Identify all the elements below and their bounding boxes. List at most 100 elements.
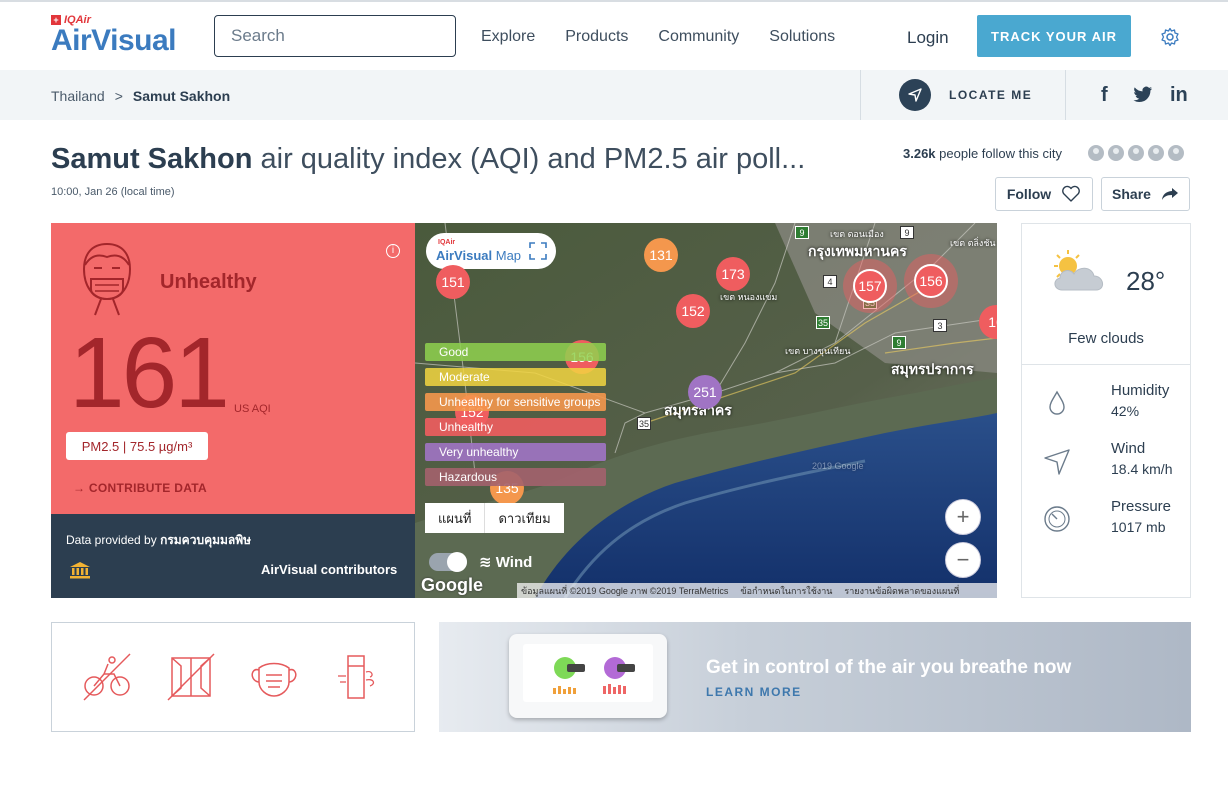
share-button[interactable]: Share — [1101, 177, 1190, 211]
share-arrow-icon — [1161, 188, 1178, 200]
pressure-label: Pressure — [1111, 498, 1172, 515]
airvisual-text: AirVisual — [51, 24, 177, 57]
weather-panel: 28° Few clouds Humidity 42% Wind 18.4 km… — [1021, 223, 1191, 598]
map-label-bangkok: กรุงเทพมหานคร — [808, 243, 907, 259]
zoom-in-button[interactable]: + — [945, 499, 981, 535]
map-type-switch: แผนที่ ดาวเทียม — [425, 503, 564, 533]
map-label-samut-prakan: สมุทรปราการ — [891, 361, 974, 377]
page-title: Samut Sakhon air quality index (AQI) and… — [51, 143, 805, 176]
wind-toggle[interactable] — [429, 552, 467, 572]
provider-line: Data provided by กรมควบคุมมลพิษ — [66, 531, 251, 550]
no-cycling-icon[interactable] — [80, 650, 134, 704]
terms-link[interactable]: ข้อกำหนดในการใช้งาน — [740, 584, 832, 598]
site-header: + IQAir AirVisual Explore Products Commu… — [0, 2, 1228, 70]
nav-explore[interactable]: Explore — [481, 28, 535, 46]
temperature: 28° — [1126, 266, 1166, 296]
track-your-air-button[interactable]: TRACK YOUR AIR — [977, 15, 1131, 57]
health-recommendations — [51, 622, 415, 732]
aqi-cluster-marker[interactable]: 156 — [914, 264, 948, 298]
google-logo: Google — [421, 575, 483, 595]
locate-me-button[interactable]: LOCATE ME — [949, 88, 1032, 102]
map-type-map[interactable]: แผนที่ — [425, 503, 486, 533]
nav-community[interactable]: Community — [658, 28, 739, 46]
promo-banner[interactable]: Get in control of the air you breathe no… — [439, 622, 1191, 732]
data-provider-panel: Data provided by กรมควบคุมมลพิษ AirVisua… — [51, 514, 415, 598]
aqi-marker[interactable]: 151 — [436, 265, 470, 299]
aqi-status: Unhealthy — [160, 271, 257, 293]
twitter-icon[interactable] — [1133, 86, 1153, 104]
info-icon[interactable]: i — [386, 244, 400, 258]
road-shield: 9 — [892, 336, 906, 349]
login-link[interactable]: Login — [907, 28, 949, 48]
avatar — [1086, 143, 1106, 163]
aqi-marker[interactable]: 173 — [716, 257, 750, 291]
zoom-out-button[interactable]: − — [945, 542, 981, 578]
wind-direction-icon — [1044, 449, 1070, 475]
legend-good: Good — [425, 343, 607, 361]
wind-label: Wind — [1111, 440, 1146, 457]
nav-solutions[interactable]: Solutions — [769, 28, 835, 46]
banner-headline: Get in control of the air you breathe no… — [706, 657, 1072, 678]
aqi-marker[interactable]: 131 — [644, 238, 678, 272]
wind-row: Wind 18.4 km/h — [1042, 440, 1182, 484]
road-shield: 35 — [816, 316, 830, 329]
road-shield: 4 — [823, 275, 837, 288]
close-windows-icon[interactable] — [164, 650, 218, 704]
search-box[interactable] — [214, 15, 456, 57]
contributors-link[interactable]: AirVisual contributors — [261, 562, 397, 577]
breadcrumb-separator: > — [114, 88, 123, 104]
map-type-satellite[interactable]: ดาวเทียม — [485, 503, 563, 533]
follower-avatars — [1086, 143, 1186, 163]
gear-icon[interactable] — [1160, 27, 1180, 47]
follow-button[interactable]: Follow — [995, 177, 1093, 211]
learn-more-link[interactable]: LEARN MORE — [706, 685, 802, 699]
building-icon — [70, 562, 90, 579]
air-monitor-device-image — [509, 634, 667, 718]
aqi-marker[interactable]: 251 — [688, 375, 722, 409]
legend-moderate: Moderate — [425, 368, 607, 386]
airvisual-logo[interactable]: + IQAir AirVisual — [51, 14, 177, 57]
breadcrumb-city: Samut Sakhon — [132, 88, 231, 104]
share-label: Share — [1112, 186, 1151, 202]
main-nav: Explore Products Community Solutions — [481, 28, 835, 46]
pressure-value: 1017 mb — [1111, 519, 1166, 535]
provider-name[interactable]: กรมควบคุมมลพิษ — [160, 533, 251, 547]
linkedin-icon[interactable]: in — [1170, 84, 1188, 107]
map-label-nong-khaem: เขต หนองแขม — [720, 292, 778, 302]
wind-layer-label: ≋ Wind — [479, 553, 532, 571]
breadcrumb-bar: Thailand > Samut Sakhon LOCATE ME f in — [0, 70, 1228, 120]
heart-icon — [1062, 185, 1081, 202]
contribute-data-link[interactable]: → CONTRIBUTE DATA — [73, 481, 207, 495]
divider — [1022, 364, 1190, 365]
legend-sensitive: Unhealthy for sensitive groups — [425, 393, 607, 411]
airvisual-map-logo: IQAir AirVisual Map — [426, 233, 556, 269]
fullscreen-icon[interactable] — [529, 242, 547, 260]
nav-products[interactable]: Products — [565, 28, 628, 46]
wear-mask-icon[interactable] — [247, 650, 301, 704]
map-logo-brand: AirVisual — [436, 248, 493, 263]
breadcrumb-country[interactable]: Thailand — [51, 88, 105, 104]
aqi-marker[interactable]: 152 — [676, 294, 710, 328]
divider — [860, 70, 861, 120]
map-label-bang-khun-thian: เขต บางขุนเทียน — [785, 346, 851, 356]
aqi-cluster-marker[interactable]: 157 — [853, 269, 887, 303]
location-arrow-icon[interactable] — [899, 79, 931, 111]
partly-cloudy-icon — [1054, 250, 1103, 291]
device-screen — [523, 644, 653, 702]
breadcrumb: Thailand > Samut Sakhon — [51, 88, 230, 104]
report-error-link[interactable]: รายงานข้อผิดพลาดของแผนที่ — [844, 584, 959, 598]
air-quality-map[interactable]: IQAir AirVisual Map กรุงเทพมหานคร สมุทรป… — [415, 223, 997, 598]
followers-count: 3.26k people follow this city — [903, 146, 1062, 161]
road-shield: 35 — [637, 417, 651, 430]
local-time: 10:00, Jan 26 (local time) — [51, 186, 175, 198]
aqi-value: 161 — [69, 317, 230, 429]
facebook-icon[interactable]: f — [1101, 84, 1108, 107]
search-input[interactable] — [231, 26, 452, 46]
water-drop-icon — [1049, 390, 1065, 415]
air-purifier-icon[interactable] — [330, 650, 384, 704]
road-shield: 9 — [795, 226, 809, 239]
legend-unhealthy: Unhealthy — [425, 418, 607, 436]
followers-number: 3.26k — [903, 146, 936, 161]
legend-hazardous: Hazardous — [425, 468, 607, 486]
followers-text: people follow this city — [935, 146, 1062, 161]
